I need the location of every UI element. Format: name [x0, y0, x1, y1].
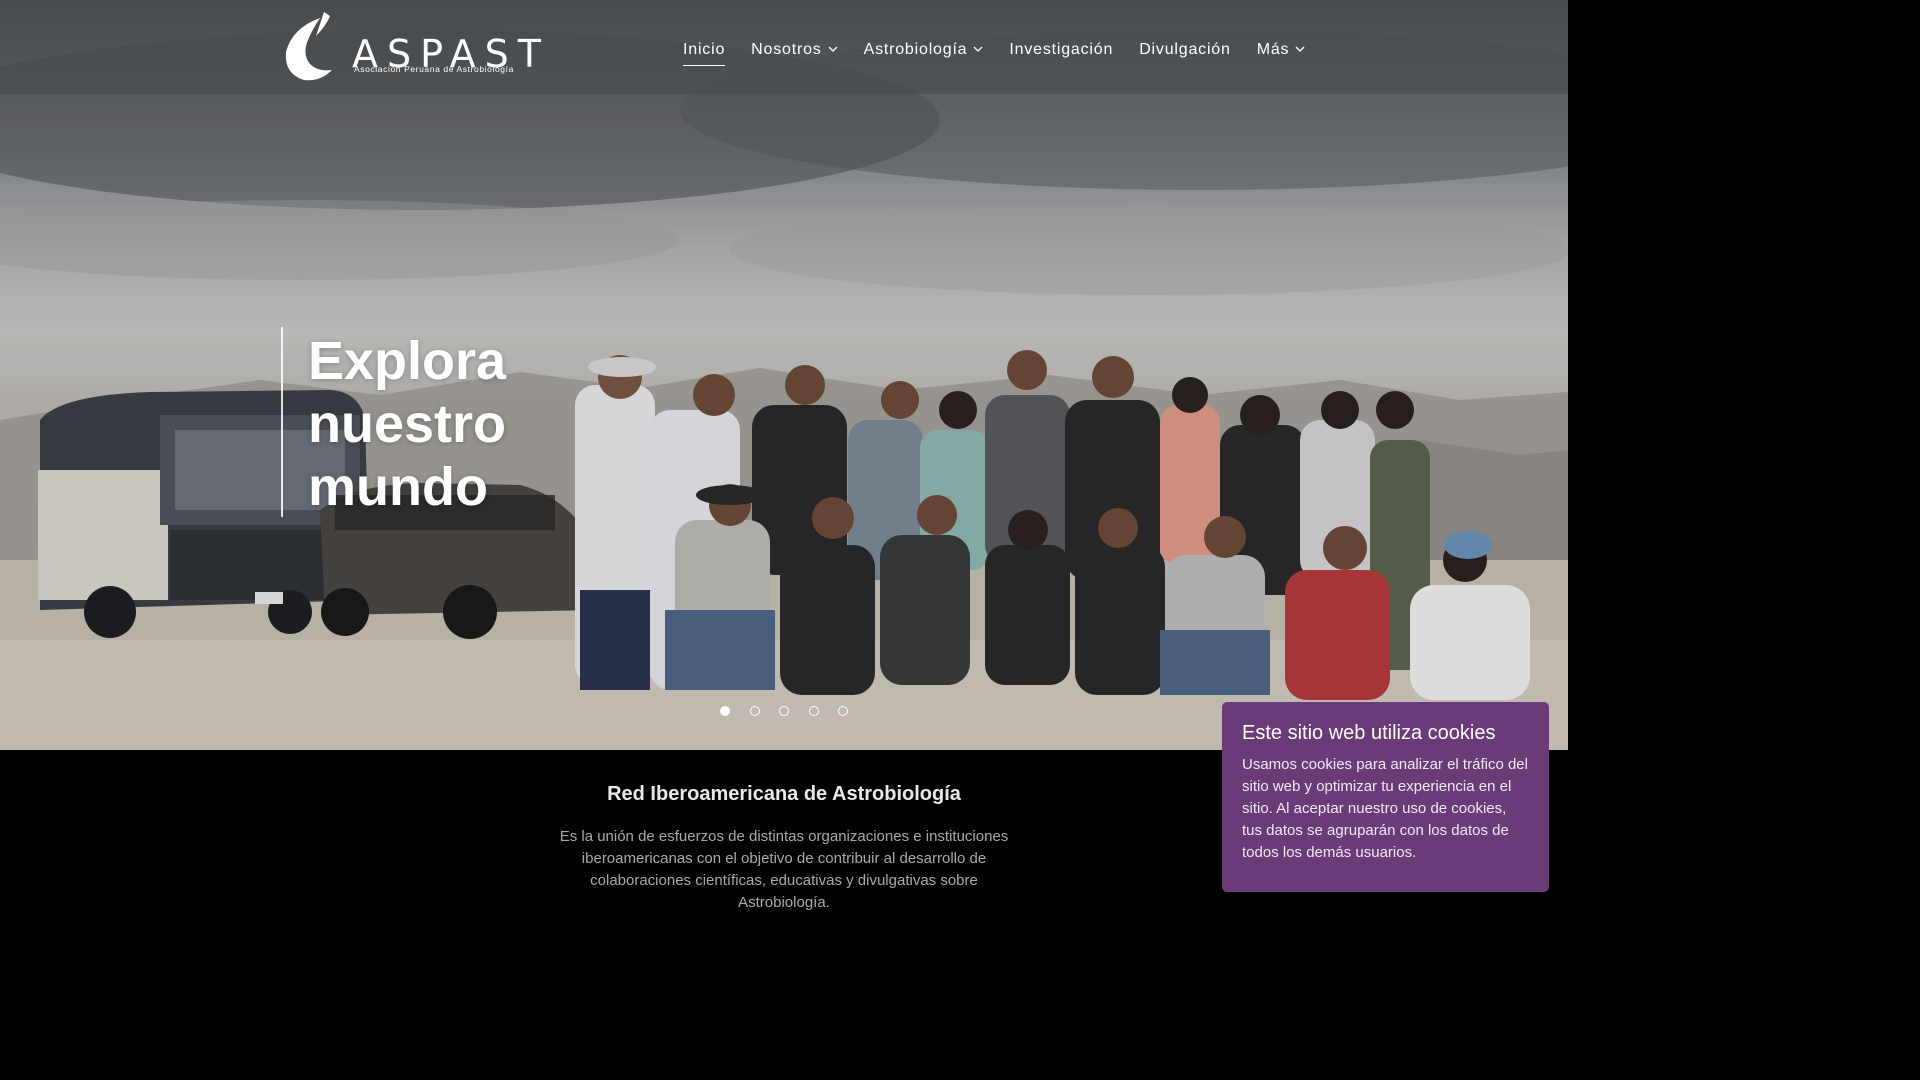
site-header: ASPAST Asociación Peruana de Astrobiolog…: [0, 0, 1568, 94]
hero-title: Explora nuestro mundo: [308, 330, 568, 519]
slide-dot-5[interactable]: [838, 706, 848, 716]
logo-mark-icon: [285, 12, 332, 81]
slide-dot-2[interactable]: [749, 706, 760, 716]
nav-item-label: Astrobiología: [863, 41, 968, 58]
slide-dot-4[interactable]: [808, 706, 819, 716]
hero-banner: [0, 0, 1568, 750]
slide-dot-3[interactable]: [779, 706, 789, 716]
chevron-down-icon: [973, 46, 983, 52]
hero-title-line: nuestro: [308, 394, 507, 454]
slide-dot-1[interactable]: [720, 706, 730, 716]
nav-item-astrobiologia[interactable]: Astrobiología: [864, 38, 984, 62]
logo-subtitle: Asociación Peruana de Astrobiología: [354, 64, 514, 74]
cookie-banner: Este sitio web utiliza cookies Usamos co…: [1222, 702, 1549, 892]
nav-item-label: Nosotros: [751, 41, 822, 58]
nav-item-label: Investigación: [1009, 41, 1114, 58]
nav-item-label: Divulgación: [1139, 41, 1231, 58]
site-logo[interactable]: ASPAST Asociación Peruana de Astrobiolog…: [280, 12, 541, 84]
nav-item-investigacion[interactable]: Investigación: [1009, 38, 1113, 62]
hero-title-divider: [281, 327, 283, 517]
nav-item-mas[interactable]: Más: [1257, 38, 1306, 62]
chevron-down-icon: [828, 46, 838, 52]
chevron-down-icon: [1295, 46, 1305, 52]
nav-item-label: Más: [1256, 41, 1290, 58]
main-nav: Inicio Nosotros Astrobiología Investigac…: [683, 38, 1331, 66]
hero-title-line: Explora: [308, 331, 507, 391]
section-body: Es la unión de esfuerzos de distintas or…: [559, 828, 1009, 911]
nav-item-divulgacion[interactable]: Divulgación: [1139, 38, 1231, 62]
nav-item-label: Inicio: [683, 41, 726, 58]
cookie-title: Este sitio web utiliza cookies: [1242, 722, 1496, 744]
nav-item-inicio[interactable]: Inicio: [683, 38, 726, 66]
cookie-text: Usamos cookies para analizar el tráfico …: [1242, 756, 1528, 861]
slider-pagination: [720, 706, 868, 716]
hero-title-line: mundo: [308, 457, 488, 517]
nav-item-nosotros[interactable]: Nosotros: [751, 38, 838, 62]
